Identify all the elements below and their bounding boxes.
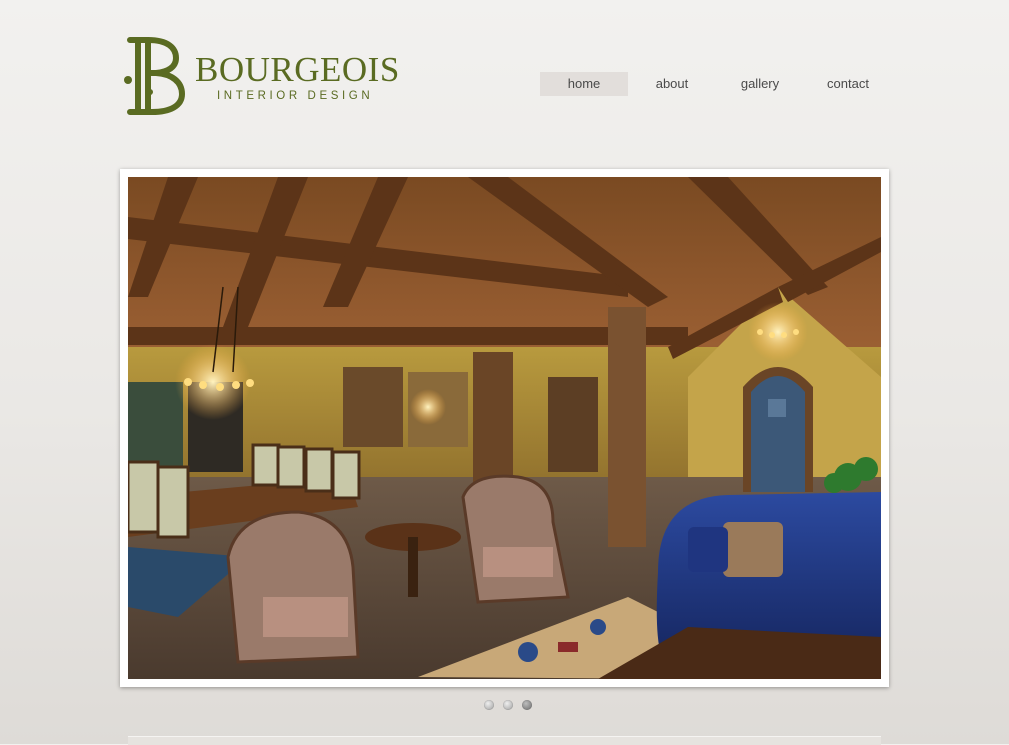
slideshow-frame bbox=[120, 169, 889, 687]
logo[interactable]: BOURGEOIS INTERIOR DESIGN bbox=[120, 34, 420, 116]
slide-dot-1[interactable] bbox=[484, 700, 494, 710]
main-nav: home about gallery contact bbox=[540, 72, 892, 96]
slide-image-great-room[interactable] bbox=[128, 177, 881, 679]
brand-tagline: INTERIOR DESIGN bbox=[217, 90, 374, 102]
nav-about[interactable]: about bbox=[628, 72, 716, 96]
slide-pagination bbox=[484, 700, 532, 710]
nav-home[interactable]: home bbox=[540, 72, 628, 96]
slide-dot-3[interactable] bbox=[522, 700, 532, 710]
slide-dot-2[interactable] bbox=[503, 700, 513, 710]
nav-contact[interactable]: contact bbox=[804, 72, 892, 96]
great-room-illustration bbox=[128, 177, 881, 679]
monogram-b-icon bbox=[124, 37, 186, 115]
brand-name: BOURGEOIS bbox=[195, 50, 400, 89]
nav-gallery[interactable]: gallery bbox=[716, 72, 804, 96]
